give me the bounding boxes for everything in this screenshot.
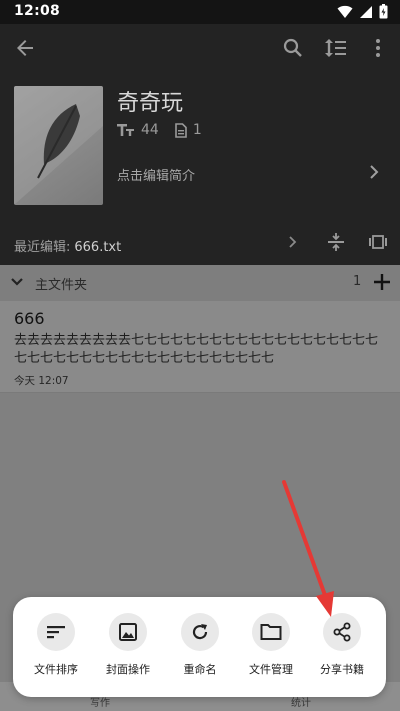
book-stats: 44 1 xyxy=(117,122,202,138)
cover-action-circle xyxy=(109,613,147,651)
cover-action-button[interactable]: 封面操作 xyxy=(96,613,160,677)
recent-edit[interactable]: 最近编辑: 666.txt xyxy=(14,236,121,255)
split-view-icon[interactable] xyxy=(326,232,346,252)
folder-name: 主文件夹 xyxy=(35,278,88,293)
list-item[interactable]: 666 去去去去去去去去去七七七七七七七七七七七七七七七七七七七七七七七七七七七… xyxy=(0,301,400,393)
text-size-icon xyxy=(117,124,134,136)
file-manage-button[interactable]: 文件管理 xyxy=(239,613,303,677)
chevron-right-icon[interactable] xyxy=(368,164,380,180)
share-book-label: 分享书籍 xyxy=(320,663,364,676)
rename-circle xyxy=(181,613,219,651)
sort-files-circle xyxy=(37,613,75,651)
chevron-down-icon[interactable] xyxy=(10,276,24,288)
add-icon[interactable] xyxy=(372,272,392,292)
battery-icon xyxy=(379,4,388,19)
cover-action-label: 封面操作 xyxy=(106,663,150,676)
chevron-right-icon[interactable] xyxy=(287,235,297,249)
search-icon[interactable] xyxy=(281,36,305,60)
feather-icon xyxy=(14,86,103,205)
rename-button[interactable]: 重命名 xyxy=(168,613,232,677)
sort-files-label: 文件排序 xyxy=(34,663,78,676)
file-count: 1 xyxy=(192,122,202,138)
share-book-button[interactable]: 分享书籍 xyxy=(310,613,374,677)
rename-label: 重命名 xyxy=(183,663,217,676)
status-icons xyxy=(337,4,388,19)
status-bar: 12:08 xyxy=(0,0,400,24)
book-header: 奇奇玩 44 1 点击编辑简介 最近编辑: 666.txt xyxy=(0,24,400,265)
sort-lines-icon xyxy=(47,626,65,639)
signal-icon xyxy=(360,5,372,18)
folder-icon xyxy=(260,624,282,640)
book-cover[interactable] xyxy=(14,86,103,205)
sort-icon[interactable] xyxy=(324,36,348,60)
file-manage-label: 文件管理 xyxy=(249,663,293,676)
recent-file: 666.txt xyxy=(74,240,122,255)
app-screen: 12:08 奇奇玩 44 1 点击编辑简介 最近编辑: 666.txt 主文件夹… xyxy=(0,0,400,711)
recent-label: 最近编辑: xyxy=(14,240,71,255)
folder-count: 1 xyxy=(353,274,362,289)
sort-files-button[interactable]: 文件排序 xyxy=(24,613,88,677)
file-date: 今天 12:07 xyxy=(14,375,69,387)
action-sheet: 文件排序 封面操作 重命名 文件管理 分享书籍 xyxy=(13,597,386,697)
document-icon xyxy=(175,122,187,138)
wifi-icon xyxy=(337,5,353,18)
word-count: 44 xyxy=(141,122,159,138)
share-icon xyxy=(333,622,351,642)
image-icon xyxy=(119,623,137,641)
edit-intro-link[interactable]: 点击编辑简介 xyxy=(117,165,195,184)
back-arrow-icon[interactable] xyxy=(13,36,37,60)
book-title[interactable]: 奇奇玩 xyxy=(117,85,183,117)
folder-bar[interactable]: 主文件夹 1 xyxy=(0,265,400,301)
file-preview: 去去去去去去去去去七七七七七七七七七七七七七七七七七七七七七七七七七七七七七七七… xyxy=(14,333,379,366)
file-manage-circle xyxy=(252,613,290,651)
file-title: 666 xyxy=(14,309,45,328)
status-time: 12:08 xyxy=(14,3,61,19)
share-book-circle xyxy=(323,613,361,651)
refresh-icon xyxy=(192,624,208,640)
view-carousel-icon[interactable] xyxy=(368,232,388,252)
more-vert-icon[interactable] xyxy=(366,36,390,60)
